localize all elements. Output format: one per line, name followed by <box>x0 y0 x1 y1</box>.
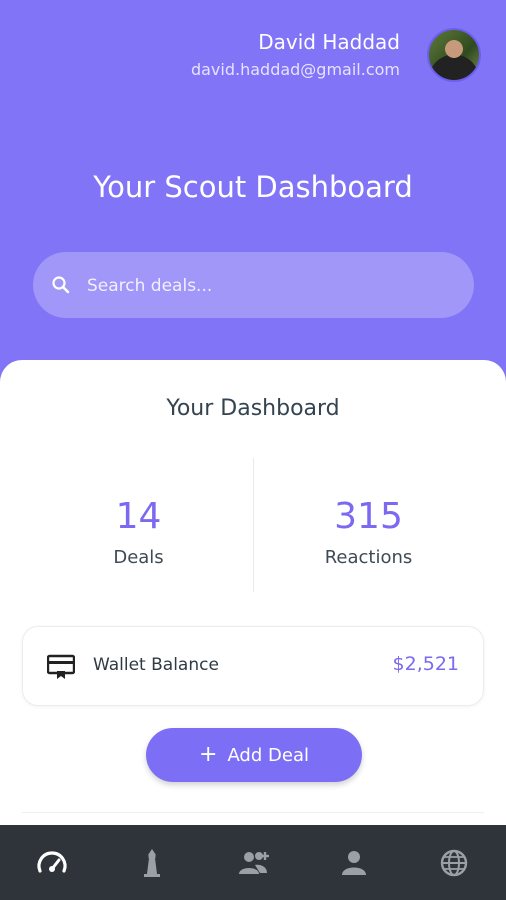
card-icon <box>46 653 76 681</box>
nav-profile[interactable] <box>334 843 374 883</box>
nav-lighthouse[interactable] <box>132 843 172 883</box>
stat-deals-label: Deals <box>113 547 164 568</box>
wallet-label: Wallet Balance <box>93 655 219 675</box>
stat-reactions[interactable]: 315 Reactions <box>242 495 495 568</box>
search-bar[interactable] <box>33 252 474 320</box>
header: David Haddad david.haddad@gmail.com Your… <box>0 0 506 400</box>
add-deal-button[interactable]: + Add Deal <box>146 728 362 782</box>
lighthouse-icon <box>132 843 172 883</box>
stat-reactions-label: Reactions <box>324 547 413 568</box>
add-user-icon <box>234 843 274 883</box>
add-deal-label: Add Deal <box>227 744 309 766</box>
search-input[interactable] <box>85 252 459 320</box>
wallet-balance-row[interactable]: Wallet Balance $2,521 <box>22 626 484 706</box>
nav-add-user[interactable] <box>234 843 274 883</box>
search-icon <box>51 275 71 295</box>
dashboard-card: Your Dashboard 14 Deals 315 Reactions Wa… <box>0 360 506 840</box>
user-name: David Haddad <box>258 30 400 54</box>
avatar[interactable] <box>427 28 481 82</box>
globe-icon <box>434 843 474 883</box>
wallet-value: $2,521 <box>392 653 459 675</box>
nav-dashboard[interactable] <box>32 843 72 883</box>
page-title: Your Scout Dashboard <box>93 170 413 204</box>
stat-reactions-value: 315 <box>334 496 403 537</box>
speedometer-icon <box>32 843 72 883</box>
card-divider <box>22 812 484 813</box>
plus-icon: + <box>199 742 218 767</box>
stat-deals-value: 14 <box>115 496 162 537</box>
person-icon <box>334 843 374 883</box>
dashboard-title: Your Dashboard <box>166 396 340 421</box>
user-email: david.haddad@gmail.com <box>190 60 400 79</box>
bottom-nav <box>0 825 506 900</box>
nav-globe[interactable] <box>434 843 474 883</box>
stat-deals[interactable]: 14 Deals <box>12 495 265 568</box>
